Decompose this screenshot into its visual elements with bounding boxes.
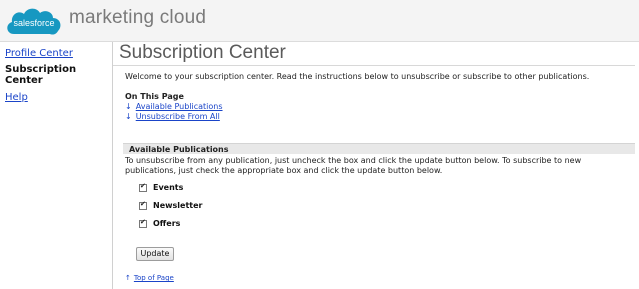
- title-divider: [113, 65, 635, 66]
- welcome-text: Welcome to your subscription center. Rea…: [125, 72, 590, 81]
- arrow-down-icon: ↓: [125, 112, 132, 121]
- publication-row-offers[interactable]: Offers: [139, 218, 181, 228]
- sidebar-item-subscription-center: Subscription Center: [5, 64, 77, 86]
- instructions-text: To unsubscribe from any publication, jus…: [125, 156, 582, 175]
- update-button[interactable]: Update: [136, 247, 174, 261]
- publication-label: Events: [153, 183, 184, 192]
- top-of-page-link[interactable]: ↑ Top of Page: [125, 274, 174, 282]
- arrow-down-icon: ↓: [125, 102, 132, 111]
- sidebar: Profile Center Subscription Center Help: [0, 42, 113, 289]
- sidebar-item-profile-center[interactable]: Profile Center: [5, 48, 73, 59]
- anchor-available-publications[interactable]: ↓ Available Publications: [125, 102, 223, 111]
- salesforce-logo[interactable]: salesforce: [4, 4, 64, 40]
- publication-label: Newsletter: [153, 201, 203, 210]
- brand-name: marketing cloud: [69, 7, 207, 28]
- header-bar: salesforce marketing cloud: [0, 0, 639, 42]
- newsletter-checkbox[interactable]: [139, 200, 147, 210]
- on-this-page-heading: On This Page: [125, 92, 184, 101]
- page-title: Subscription Center: [119, 42, 286, 63]
- available-publications-header: Available Publications: [123, 143, 635, 154]
- publication-label: Offers: [153, 219, 181, 228]
- publication-row-newsletter[interactable]: Newsletter: [139, 200, 203, 210]
- sidebar-item-help[interactable]: Help: [5, 92, 28, 103]
- anchor-unsubscribe-from-all[interactable]: ↓ Unsubscribe From All: [125, 112, 220, 121]
- top-of-page-label[interactable]: Top of Page: [134, 274, 174, 282]
- anchor-label[interactable]: Unsubscribe From All: [136, 112, 220, 121]
- offers-checkbox[interactable]: [139, 218, 147, 228]
- arrow-up-icon: ↑: [125, 274, 131, 282]
- events-checkbox[interactable]: [139, 182, 147, 192]
- logo-text: salesforce: [13, 18, 54, 28]
- anchor-label[interactable]: Available Publications: [136, 102, 223, 111]
- publication-row-events[interactable]: Events: [139, 182, 184, 192]
- main-content: Subscription Center Welcome to your subs…: [113, 42, 639, 289]
